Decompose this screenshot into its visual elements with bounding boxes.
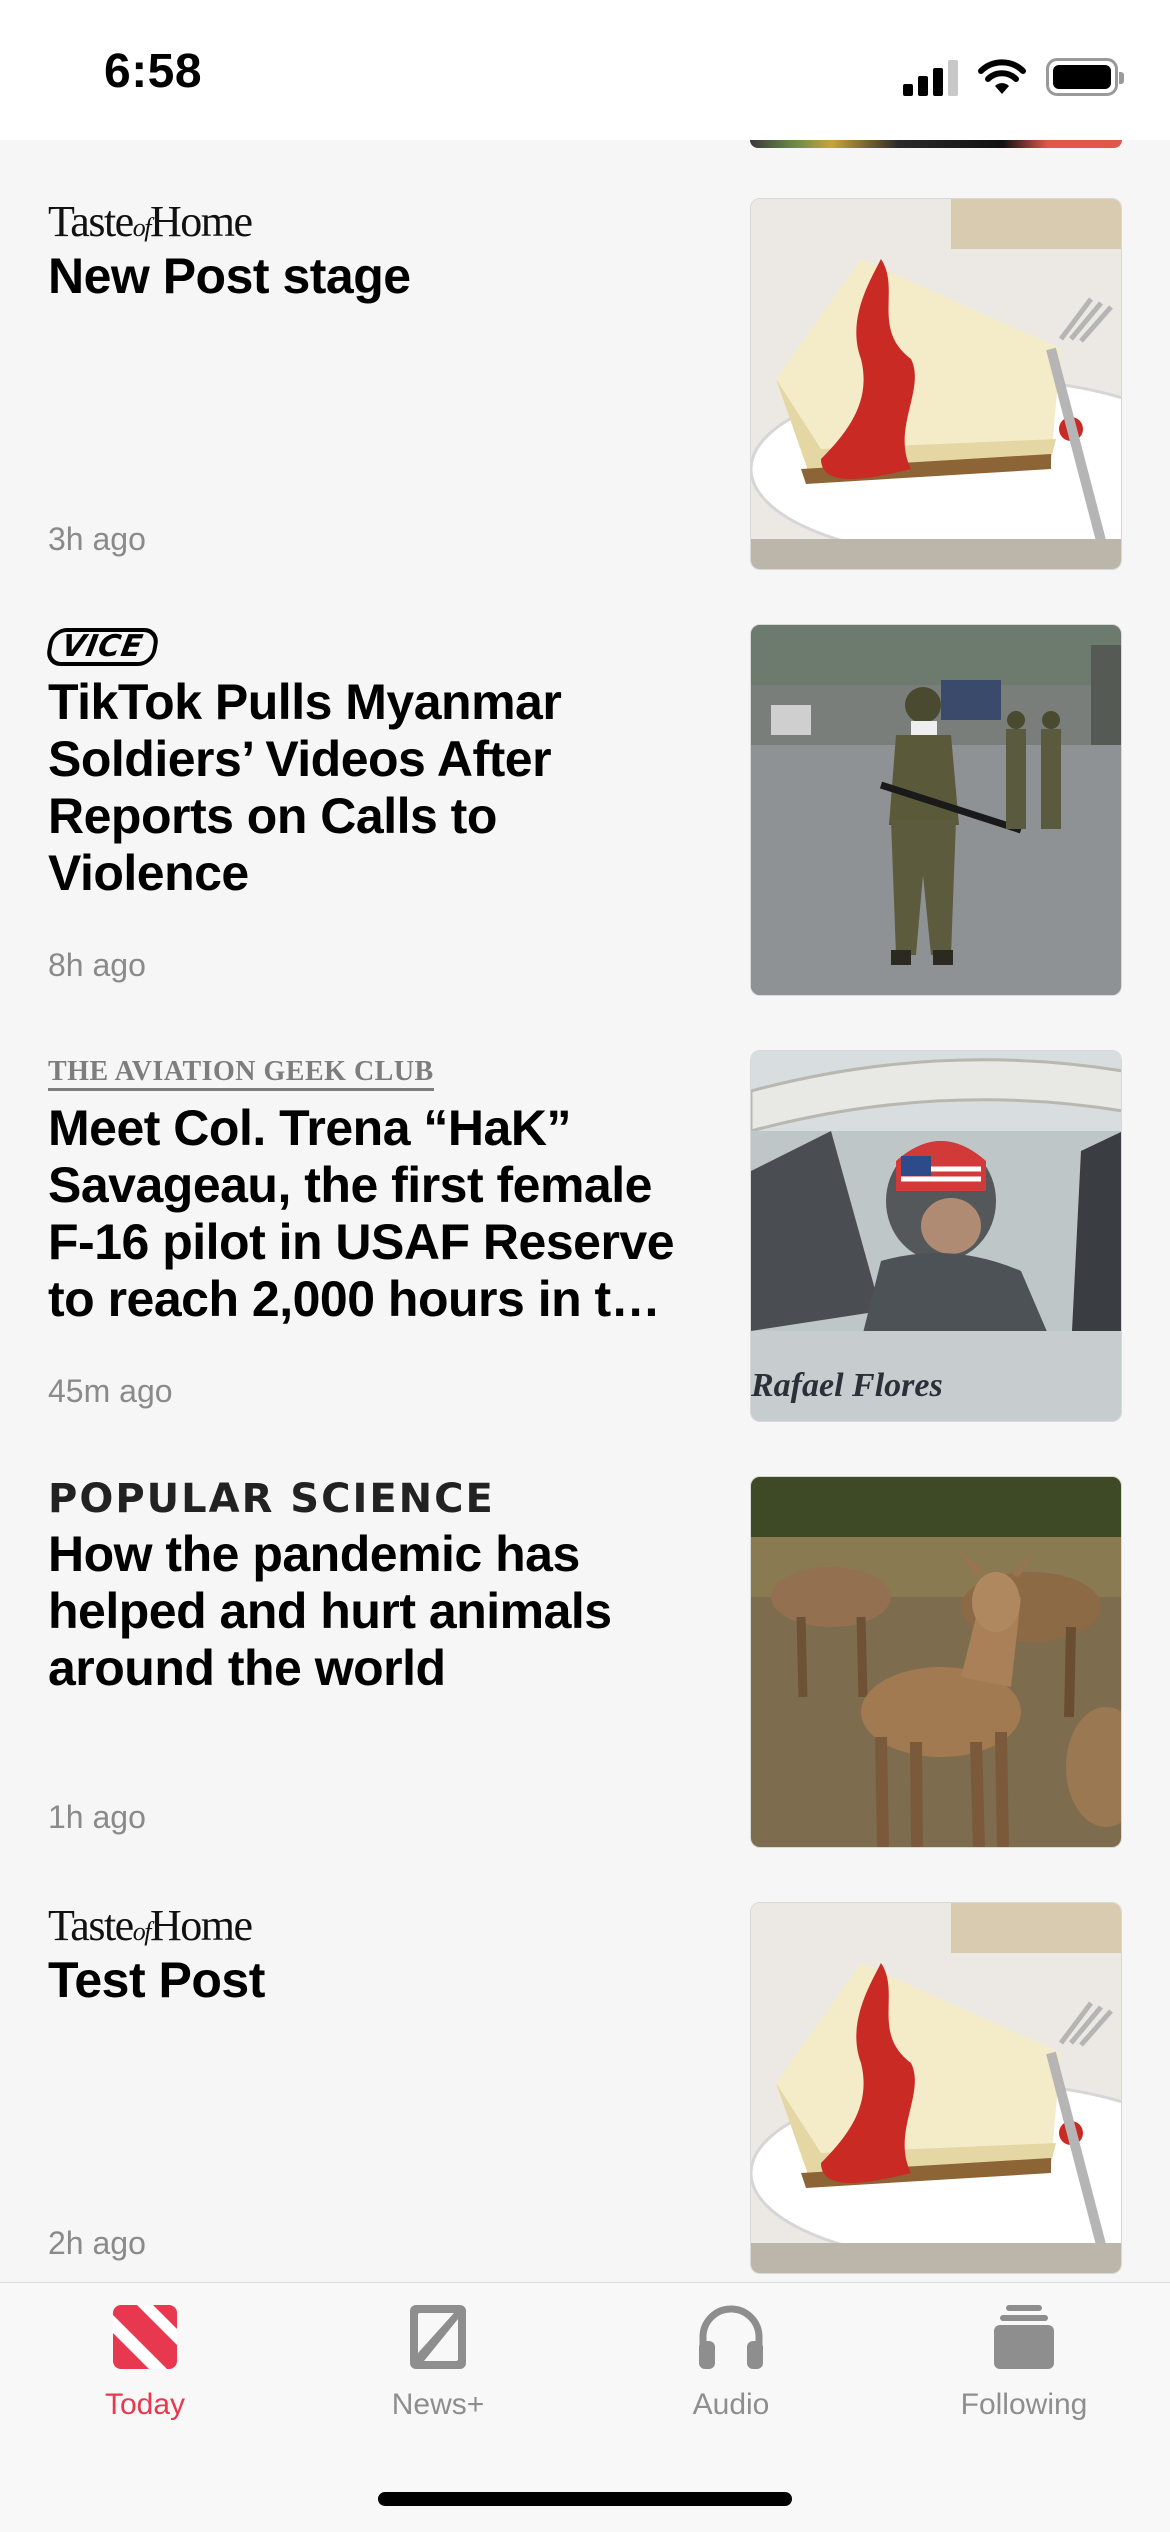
cheesecake-image[interactable] [750, 198, 1122, 570]
tab-following[interactable]: Following [904, 2301, 1144, 2441]
soldier-image[interactable] [750, 624, 1122, 996]
tab-label: Audio [692, 2388, 770, 2421]
previous-article-image-edge[interactable] [750, 140, 1122, 148]
publisher-logo-taste-of-home: TasteofHome [48, 196, 253, 246]
news-logo-icon [113, 2305, 177, 2369]
article-timestamp: 45m ago [48, 1373, 173, 1409]
article-timestamp: 1h ago [48, 1799, 146, 1835]
f16-pilot-image[interactable]: Rafael Flores [750, 1050, 1122, 1422]
article-timestamp: 8h ago [48, 947, 146, 983]
article-timestamp: 3h ago [48, 521, 146, 557]
article-headline[interactable]: TikTok Pulls Myanmar Soldiers’ Videos Af… [48, 674, 698, 902]
following-stack-icon [994, 2305, 1054, 2369]
tab-audio[interactable]: Audio [611, 2301, 851, 2441]
article-headline[interactable]: Meet Col. Trena “HaK” Savageau, the firs… [48, 1100, 698, 1328]
status-bar: 6:58 [0, 0, 1170, 140]
article-text[interactable]: POPULAR SCIENCE How the pandemic has hel… [48, 1476, 698, 1848]
signal-icon [903, 56, 958, 96]
article-card[interactable]: TasteofHome Test Post 2h ago [0, 1900, 1170, 2328]
article-text[interactable]: TasteofHome Test Post 2h ago [48, 1900, 698, 2274]
deer-image[interactable] [750, 1476, 1122, 1848]
tab-today[interactable]: Today [25, 2301, 265, 2441]
article-headline[interactable]: How the pandemic has helped and hurt ani… [48, 1526, 698, 1697]
cheesecake-image[interactable] [750, 1902, 1122, 2274]
article-text[interactable]: VICE TikTok Pulls Myanmar Soldiers’ Vide… [44, 624, 698, 996]
svg-text:Rafael Flores: Rafael Flores [751, 1367, 943, 1404]
home-indicator[interactable] [378, 2492, 792, 2506]
article-text[interactable]: TasteofHome New Post stage 3h ago [48, 196, 698, 570]
publisher-logo-vice: VICE [44, 624, 698, 670]
article-card[interactable]: POPULAR SCIENCE How the pandemic has hel… [0, 1476, 1170, 1902]
article-text[interactable]: THE AVIATION GEEK CLUB Meet Col. Trena “… [48, 1050, 698, 1422]
publisher-logo-taste-of-home: TasteofHome [48, 1900, 253, 1950]
tab-label: News+ [391, 2388, 485, 2421]
tab-bar: Today News+ Audio Following [0, 2282, 1170, 2532]
tab-label: Following [960, 2388, 1088, 2421]
article-headline[interactable]: Test Post [48, 1952, 698, 2009]
status-time: 6:58 [104, 45, 203, 98]
status-icons [903, 52, 1124, 96]
tab-news-plus[interactable]: News+ [318, 2301, 558, 2441]
article-card[interactable]: TasteofHome New Post stage 3h ago [0, 196, 1170, 624]
article-card[interactable]: THE AVIATION GEEK CLUB Meet Col. Trena “… [0, 1050, 1170, 1476]
article-headline[interactable]: New Post stage [48, 248, 698, 305]
headphones-icon [699, 2305, 763, 2369]
wifi-icon [978, 59, 1026, 94]
publisher-logo-popular-science: POPULAR SCIENCE [48, 1476, 495, 1522]
article-timestamp: 2h ago [48, 2225, 146, 2261]
article-card[interactable]: VICE TikTok Pulls Myanmar Soldiers’ Vide… [0, 624, 1170, 1050]
battery-icon [1046, 58, 1124, 96]
publisher-logo-aviation-geek-club: THE AVIATION GEEK CLUB [48, 1050, 698, 1096]
news-plus-icon [410, 2305, 466, 2369]
tab-label: Today [104, 2388, 186, 2421]
